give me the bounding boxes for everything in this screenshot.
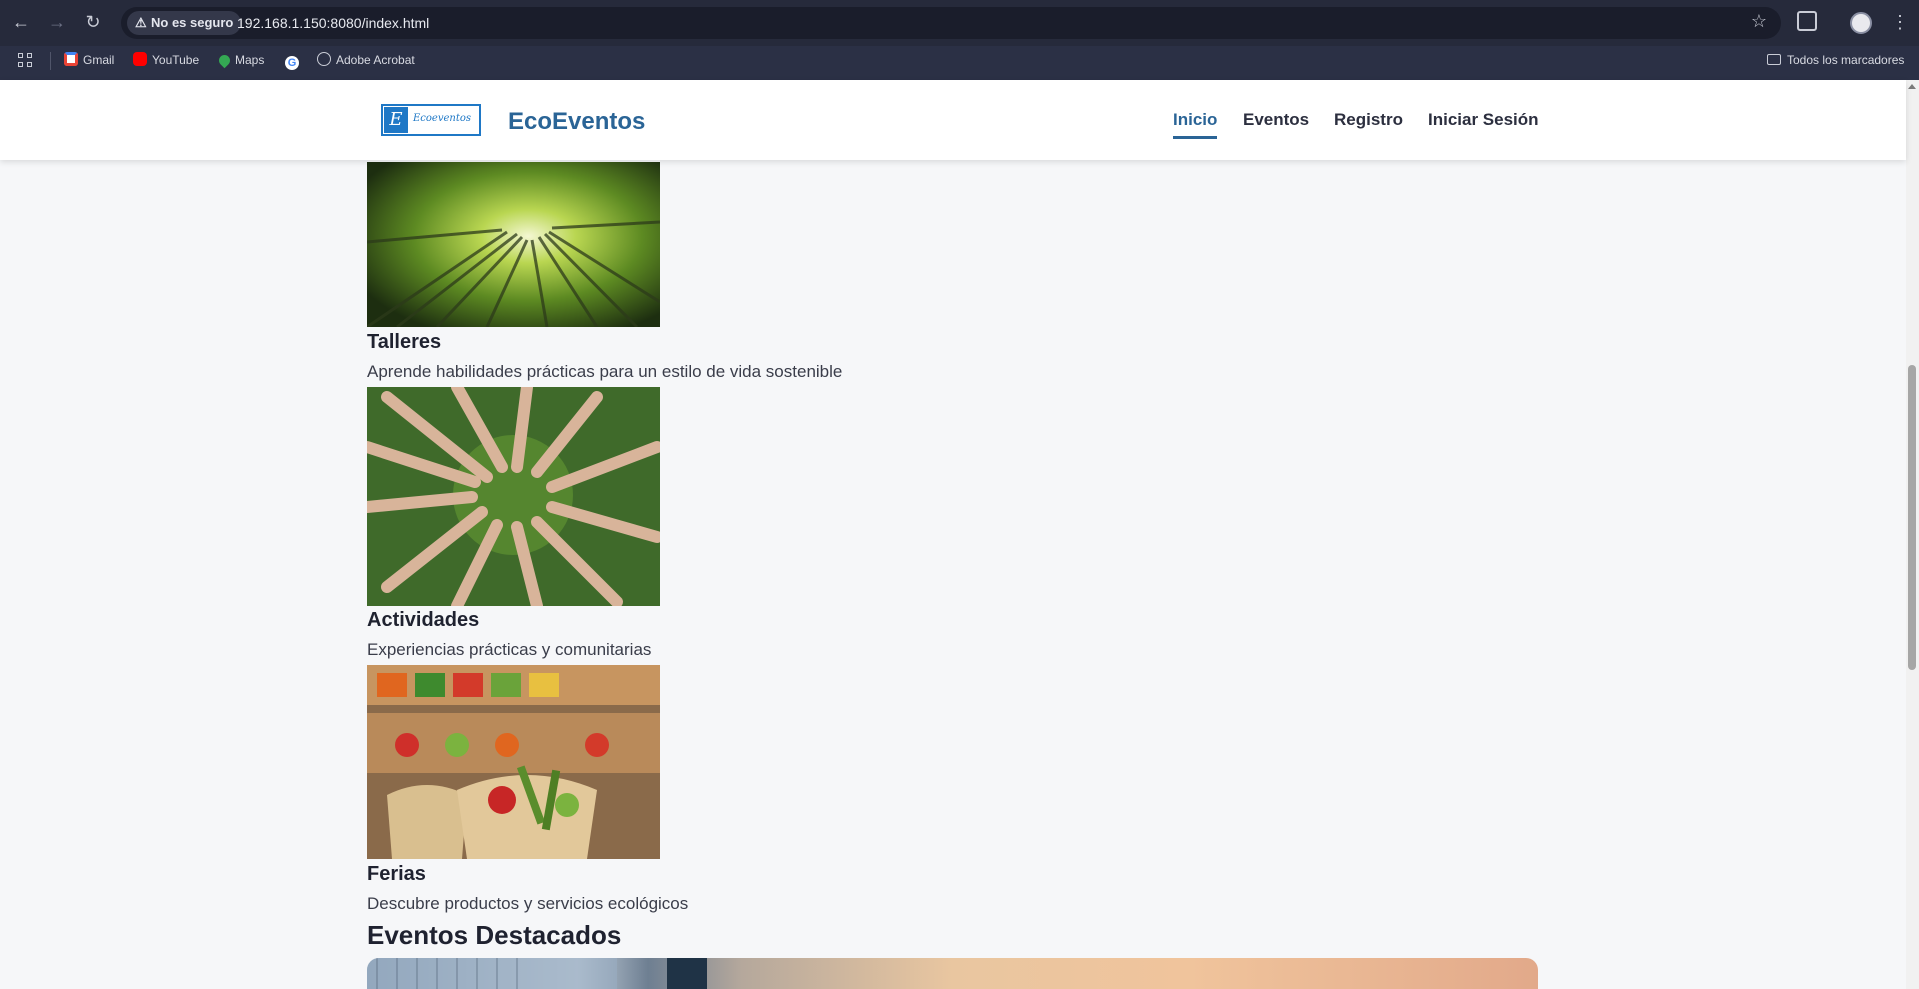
nav-eventos[interactable]: Eventos [1243, 110, 1309, 130]
folder-icon [1767, 54, 1781, 65]
bookmark-maps[interactable]: Maps [216, 50, 265, 70]
back-arrow-icon[interactable]: ← [10, 11, 32, 33]
nav-iniciar-sesion[interactable]: Iniciar Sesión [1428, 110, 1539, 130]
security-label: No es seguro [151, 15, 234, 30]
logo-letter: E [384, 107, 408, 133]
bookmark-label: Adobe Acrobat [336, 53, 415, 67]
address-bar[interactable]: ⚠ No es seguro 192.168.1.150:8080/index.… [121, 7, 1781, 39]
extensions-icon[interactable] [1797, 11, 1817, 31]
scrollbar-thumb[interactable] [1908, 365, 1916, 670]
bookmark-label: YouTube [152, 53, 200, 67]
bookmarks-divider [50, 52, 51, 70]
site-header: E Ecoeventos EcoEventos Inicio Eventos R… [0, 80, 1906, 160]
featured-event-banner[interactable] [367, 958, 1538, 989]
ferias-image [367, 665, 660, 859]
bookmark-gmail[interactable]: Gmail [64, 50, 114, 70]
bookmark-youtube[interactable]: YouTube [133, 50, 199, 70]
brand-name[interactable]: EcoEventos [508, 108, 645, 136]
apps-grid-icon[interactable] [18, 53, 34, 69]
scroll-up-arrow-icon[interactable] [1908, 84, 1916, 89]
security-chip[interactable]: ⚠ No es seguro [127, 11, 242, 35]
actividades-image [367, 387, 660, 606]
menu-kebab-icon[interactable]: ⋮ [1891, 9, 1909, 35]
site-logo[interactable]: E Ecoeventos [381, 104, 481, 136]
gmail-icon [64, 52, 78, 66]
category-description: Experiencias prácticas y comunitarias [367, 640, 652, 659]
globe-icon [317, 52, 331, 66]
category-description: Descubre productos y servicios ecológico… [367, 894, 689, 913]
bookmark-label: Gmail [83, 53, 115, 67]
youtube-icon [133, 52, 147, 66]
url-text[interactable]: 192.168.1.150:8080/index.html [237, 7, 429, 39]
all-bookmarks[interactable]: Todos los marcadores [1767, 50, 1904, 70]
category-title: Talleres [367, 331, 442, 353]
profile-avatar[interactable] [1850, 12, 1872, 34]
bookmark-star-icon[interactable]: ☆ [1751, 11, 1767, 32]
category-title: Ferias [367, 863, 426, 885]
all-bookmarks-label: Todos los marcadores [1787, 53, 1905, 67]
bookmark-google[interactable]: G [285, 50, 304, 70]
logo-text: Ecoeventos [413, 113, 472, 124]
category-description: Aprende habilidades prácticas para un es… [367, 362, 843, 381]
bookmark-adobe-acrobat[interactable]: Adobe Acrobat [317, 50, 415, 70]
warning-icon: ⚠ [135, 15, 147, 30]
nav-registro[interactable]: Registro [1334, 110, 1403, 130]
featured-events-title: Eventos Destacados [367, 920, 622, 950]
bookmark-label: Maps [235, 53, 265, 67]
category-title: Actividades [367, 609, 480, 631]
google-icon: G [285, 56, 299, 70]
reload-icon[interactable]: ↻ [82, 11, 104, 33]
maps-icon [216, 52, 233, 69]
nav-inicio[interactable]: Inicio [1173, 110, 1218, 139]
forward-arrow-icon[interactable]: → [46, 11, 68, 33]
talleres-image [367, 162, 660, 327]
